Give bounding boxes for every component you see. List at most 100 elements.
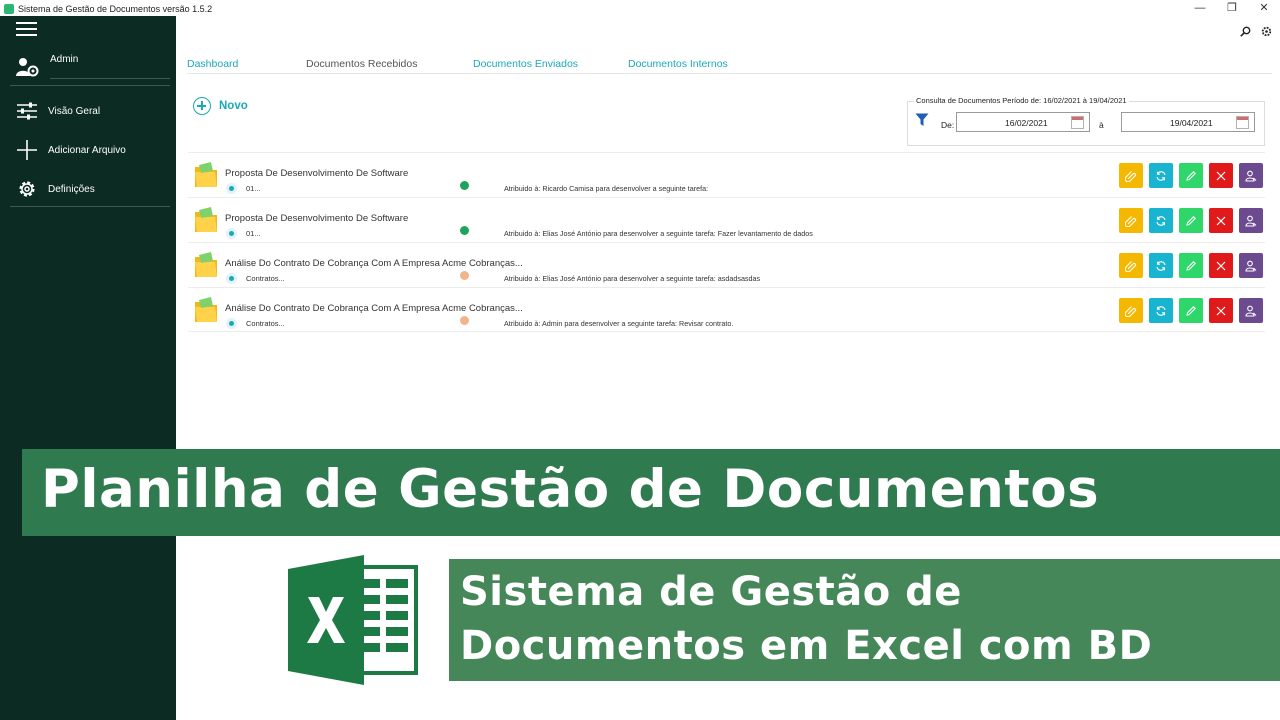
pencil-icon — [1186, 305, 1196, 316]
document-row[interactable]: Análise Do Contrato De Cobrança Com A Em… — [188, 242, 1265, 287]
assign-user-button[interactable] — [1239, 253, 1263, 278]
sidebar: Admin Visão Geral Adicionar Arquivo Defi… — [0, 16, 176, 720]
attach-button[interactable] — [1119, 208, 1143, 233]
subtitle-banner: Sistema de Gestão de Documentos em Excel… — [449, 559, 1280, 681]
paperclip-icon — [1125, 170, 1137, 182]
sync-button[interactable] — [1149, 253, 1173, 278]
folder-icon — [195, 207, 217, 232]
sync-button[interactable] — [1149, 208, 1173, 233]
assign-user-button[interactable] — [1239, 208, 1263, 233]
from-date-value: 16/02/2021 — [1005, 118, 1048, 128]
assignment-text: Atribuido à: Ricardo Camisa para desenvo… — [504, 184, 709, 193]
assign-user-button[interactable] — [1239, 298, 1263, 323]
from-label: De: — [941, 120, 955, 130]
category-icon — [226, 183, 237, 194]
sync-icon — [1156, 260, 1166, 271]
document-row[interactable]: Proposta De Desenvolvimento De Software … — [188, 197, 1265, 242]
row-actions — [1119, 298, 1263, 323]
user-assign-icon — [1245, 260, 1257, 272]
add-circle-icon — [193, 97, 211, 115]
close-icon — [1216, 261, 1226, 270]
attach-button[interactable] — [1119, 253, 1143, 278]
pencil-icon — [1186, 260, 1196, 271]
plus-icon — [17, 140, 37, 160]
status-indicator — [460, 226, 469, 235]
user-gear-icon — [16, 58, 39, 77]
user-assign-icon — [1245, 170, 1257, 182]
attach-button[interactable] — [1119, 163, 1143, 188]
settings-icon[interactable] — [1261, 26, 1272, 37]
category-icon — [226, 318, 237, 329]
to-date-input[interactable]: 19/04/2021 — [1121, 112, 1255, 132]
sync-button[interactable] — [1149, 163, 1173, 188]
folder-icon — [195, 162, 217, 187]
pencil-icon — [1186, 170, 1196, 181]
admin-underline — [50, 78, 170, 79]
tab-documentos-recebidos[interactable]: Documentos Recebidos — [306, 58, 417, 70]
document-row[interactable]: Análise Do Contrato De Cobrança Com A Em… — [188, 287, 1265, 332]
paperclip-icon — [1125, 260, 1137, 272]
new-document-label: Novo — [219, 100, 248, 112]
to-label: à — [1099, 120, 1104, 130]
edit-button[interactable] — [1179, 163, 1203, 188]
assignment-text: Atribuido à: Elias José António para des… — [504, 229, 813, 238]
to-date-value: 19/04/2021 — [1170, 118, 1213, 128]
close-icon — [1216, 171, 1226, 180]
hamburger-menu-icon[interactable] — [16, 22, 37, 36]
sidebar-divider — [10, 206, 170, 207]
tab-documentos-enviados[interactable]: Documentos Enviados — [473, 58, 578, 70]
sidebar-item-definicoes[interactable]: Definições — [16, 178, 95, 200]
delete-button[interactable] — [1209, 298, 1233, 323]
pencil-icon — [1186, 215, 1196, 226]
document-title: Proposta De Desenvolvimento De Software — [225, 213, 409, 224]
delete-button[interactable] — [1209, 163, 1233, 188]
delete-button[interactable] — [1209, 208, 1233, 233]
document-category: Contratos... — [246, 319, 285, 328]
from-date-input[interactable]: 16/02/2021 — [956, 112, 1090, 132]
assignment-text: Atribuido à: Elias José António para des… — [504, 274, 761, 283]
sync-button[interactable] — [1149, 298, 1173, 323]
sidebar-item-label: Definições — [48, 183, 95, 195]
document-list: Proposta De Desenvolvimento De Software … — [188, 152, 1265, 332]
period-filter: Consulta de Documentos Período de: 16/02… — [907, 96, 1265, 146]
folder-icon — [195, 297, 217, 322]
calendar-icon[interactable] — [1071, 116, 1084, 129]
edit-button[interactable] — [1179, 298, 1203, 323]
edit-button[interactable] — [1179, 253, 1203, 278]
app-window: Sistema de Gestão de Documentos versão 1… — [0, 0, 1280, 720]
top-right-toolbar — [1240, 26, 1272, 37]
new-document-button[interactable]: Novo — [193, 97, 248, 115]
sidebar-divider — [10, 85, 170, 86]
sync-icon — [1156, 305, 1166, 316]
minimize-button[interactable]: — — [1184, 0, 1216, 18]
window-title: Sistema de Gestão de Documentos versão 1… — [18, 4, 213, 14]
close-button[interactable]: ✕ — [1248, 0, 1280, 18]
status-indicator — [460, 316, 469, 325]
delete-button[interactable] — [1209, 253, 1233, 278]
row-actions — [1119, 163, 1263, 188]
sidebar-item-visao-geral[interactable]: Visão Geral — [16, 102, 100, 120]
assign-user-button[interactable] — [1239, 163, 1263, 188]
attach-button[interactable] — [1119, 298, 1143, 323]
tab-documentos-internos[interactable]: Documentos Internos — [628, 58, 728, 70]
maximize-button[interactable]: ❐ — [1216, 0, 1248, 18]
sliders-icon — [17, 102, 37, 120]
subtitle-line-2: Documentos em Excel com BD — [460, 623, 1153, 669]
calendar-icon[interactable] — [1236, 116, 1249, 129]
sidebar-item-adicionar-arquivo[interactable]: Adicionar Arquivo — [16, 140, 126, 160]
title-bar: Sistema de Gestão de Documentos versão 1… — [0, 0, 1280, 18]
sync-icon — [1156, 170, 1166, 181]
main-title-banner: Planilha de Gestão de Documentos — [22, 449, 1280, 536]
category-icon — [226, 273, 237, 284]
edit-button[interactable] — [1179, 208, 1203, 233]
gear-icon — [19, 181, 35, 197]
row-actions — [1119, 208, 1263, 233]
document-row[interactable]: Proposta De Desenvolvimento De Software … — [188, 152, 1265, 197]
document-title: Análise Do Contrato De Cobrança Com A Em… — [225, 258, 523, 269]
tab-dashboard[interactable]: Dashboard — [187, 58, 238, 70]
search-icon[interactable] — [1240, 26, 1251, 37]
row-actions — [1119, 253, 1263, 278]
app-icon — [4, 4, 14, 14]
filter-icon[interactable] — [915, 113, 929, 127]
sidebar-item-label: Visão Geral — [48, 105, 101, 117]
